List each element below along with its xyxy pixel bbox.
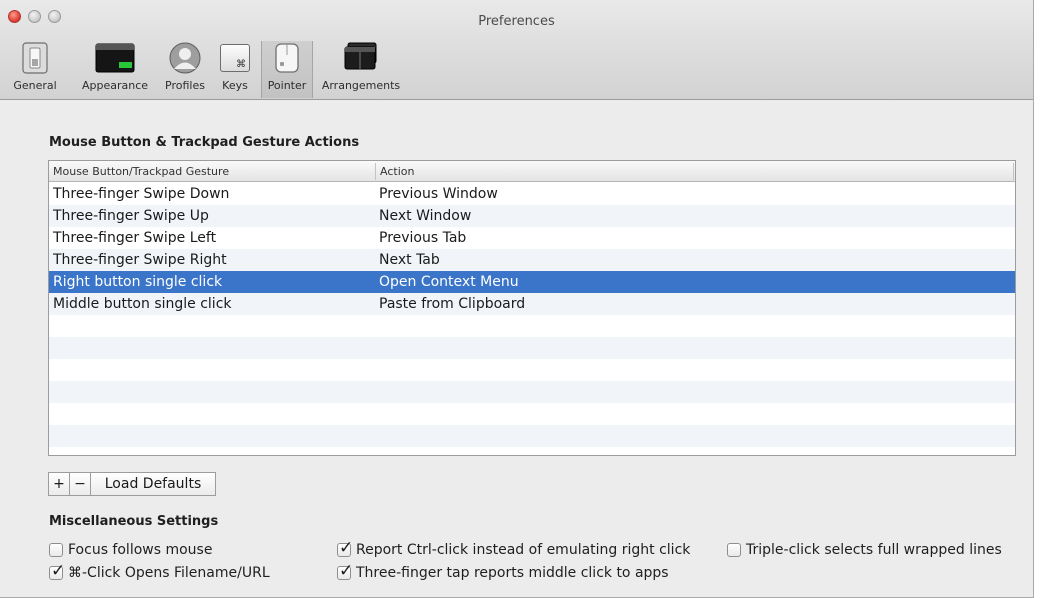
empty-row xyxy=(49,403,1015,425)
toolbar-label-appearance: Appearance xyxy=(81,79,149,92)
toolbar-item-pointer[interactable]: Pointer xyxy=(261,41,313,98)
table-row[interactable]: Three-finger Swipe Left Previous Tab xyxy=(49,227,1015,249)
actions-section-title: Mouse Button & Trackpad Gesture Actions xyxy=(49,135,360,150)
checkbox-label: Report Ctrl-click instead of emulating r… xyxy=(356,542,691,558)
toolbar-label-arrangements: Arrangements xyxy=(321,79,401,92)
empty-row xyxy=(49,337,1015,359)
mouse-icon xyxy=(274,41,300,75)
checkbox-label: Focus follows mouse xyxy=(68,542,213,558)
gesture-cell: Three-finger Swipe Right xyxy=(53,252,227,268)
column-divider[interactable] xyxy=(1013,163,1014,180)
empty-row xyxy=(49,315,1015,337)
toolbar-label-profiles: Profiles xyxy=(165,79,205,92)
toolbar-label-general: General xyxy=(13,79,57,92)
table-header: Mouse Button/Trackpad Gesture Action xyxy=(49,161,1015,182)
toolbar-label-pointer: Pointer xyxy=(267,79,307,92)
empty-row xyxy=(49,381,1015,403)
table-row[interactable]: Three-finger Swipe Up Next Window xyxy=(49,205,1015,227)
table-row[interactable]: Middle button single click Paste from Cl… xyxy=(49,293,1015,315)
title-bar: Preferences xyxy=(0,0,1033,38)
gesture-cell: Middle button single click xyxy=(53,296,232,312)
arrangement-icon xyxy=(342,41,380,75)
focus-follows-mouse-checkbox[interactable]: Focus follows mouse xyxy=(49,542,212,558)
empty-row xyxy=(49,425,1015,447)
checkbox-label: Three-finger tap reports middle click to… xyxy=(356,565,669,581)
action-cell: Next Window xyxy=(379,208,472,224)
toolbar-item-arrangements[interactable]: Arrangements xyxy=(315,41,407,98)
checkmark-icon: ✓ xyxy=(51,561,66,581)
action-cell: Previous Tab xyxy=(379,230,467,246)
gesture-cell: Right button single click xyxy=(53,274,223,290)
column-header-gesture[interactable]: Mouse Button/Trackpad Gesture xyxy=(53,165,229,178)
action-cell: Open Context Menu xyxy=(379,274,519,290)
toolbar: Preferences General Appearance Profiles … xyxy=(0,0,1033,100)
checkbox-label: ⌘-Click Opens Filename/URL xyxy=(68,565,270,581)
toolbar-label-keys: Keys xyxy=(222,79,248,92)
command-key-icon: ⌘ xyxy=(220,41,250,75)
report-ctrl-click-checkbox[interactable]: ✓ Report Ctrl-click instead of emulating… xyxy=(337,538,691,558)
switch-icon xyxy=(22,41,48,75)
add-button[interactable]: + xyxy=(48,472,70,496)
triple-click-checkbox[interactable]: Triple-click selects full wrapped lines xyxy=(727,542,1002,558)
toolbar-item-profiles[interactable]: Profiles xyxy=(160,41,210,98)
window-icon xyxy=(95,41,135,75)
actions-table[interactable]: Mouse Button/Trackpad Gesture Action Thr… xyxy=(48,160,1016,456)
checkbox-unchecked[interactable] xyxy=(49,543,63,557)
misc-section-title: Miscellaneous Settings xyxy=(49,514,219,529)
preferences-window: Preferences General Appearance Profiles … xyxy=(0,0,1034,598)
window-title: Preferences xyxy=(478,14,555,29)
toolbar-item-keys[interactable]: ⌘ Keys xyxy=(213,41,257,98)
checkbox-checked[interactable]: ✓ xyxy=(49,561,65,581)
profile-icon xyxy=(169,41,201,75)
checkbox-unchecked[interactable] xyxy=(727,543,741,557)
gesture-cell: Three-finger Swipe Up xyxy=(53,208,209,224)
table-row[interactable]: Three-finger Swipe Right Next Tab xyxy=(49,249,1015,271)
checkbox-label: Triple-click selects full wrapped lines xyxy=(746,542,1002,558)
three-finger-tap-checkbox[interactable]: ✓ Three-finger tap reports middle click … xyxy=(337,561,669,581)
checkbox-checked[interactable]: ✓ xyxy=(337,538,353,558)
action-cell: Paste from Clipboard xyxy=(379,296,526,312)
checkbox-checked[interactable]: ✓ xyxy=(337,561,353,581)
gesture-cell: Three-finger Swipe Down xyxy=(53,186,230,202)
column-divider[interactable] xyxy=(375,163,376,180)
toolbar-item-appearance[interactable]: Appearance xyxy=(72,41,158,98)
table-row-selected[interactable]: Right button single click Open Context M… xyxy=(49,271,1015,293)
action-cell: Next Tab xyxy=(379,252,440,268)
cmd-click-opens-checkbox[interactable]: ✓ ⌘-Click Opens Filename/URL xyxy=(49,561,270,581)
checkmark-icon: ✓ xyxy=(339,561,354,581)
empty-row xyxy=(49,359,1015,381)
column-header-action[interactable]: Action xyxy=(380,165,414,178)
gesture-cell: Three-finger Swipe Left xyxy=(53,230,217,246)
checkmark-icon: ✓ xyxy=(339,538,354,558)
toolbar-item-general[interactable]: General xyxy=(0,41,70,98)
load-defaults-button[interactable]: Load Defaults xyxy=(90,472,216,496)
action-cell: Previous Window xyxy=(379,186,498,202)
command-key-glyph: ⌘ xyxy=(236,59,246,70)
remove-button[interactable]: − xyxy=(69,472,91,496)
table-row[interactable]: Three-finger Swipe Down Previous Window xyxy=(49,183,1015,205)
